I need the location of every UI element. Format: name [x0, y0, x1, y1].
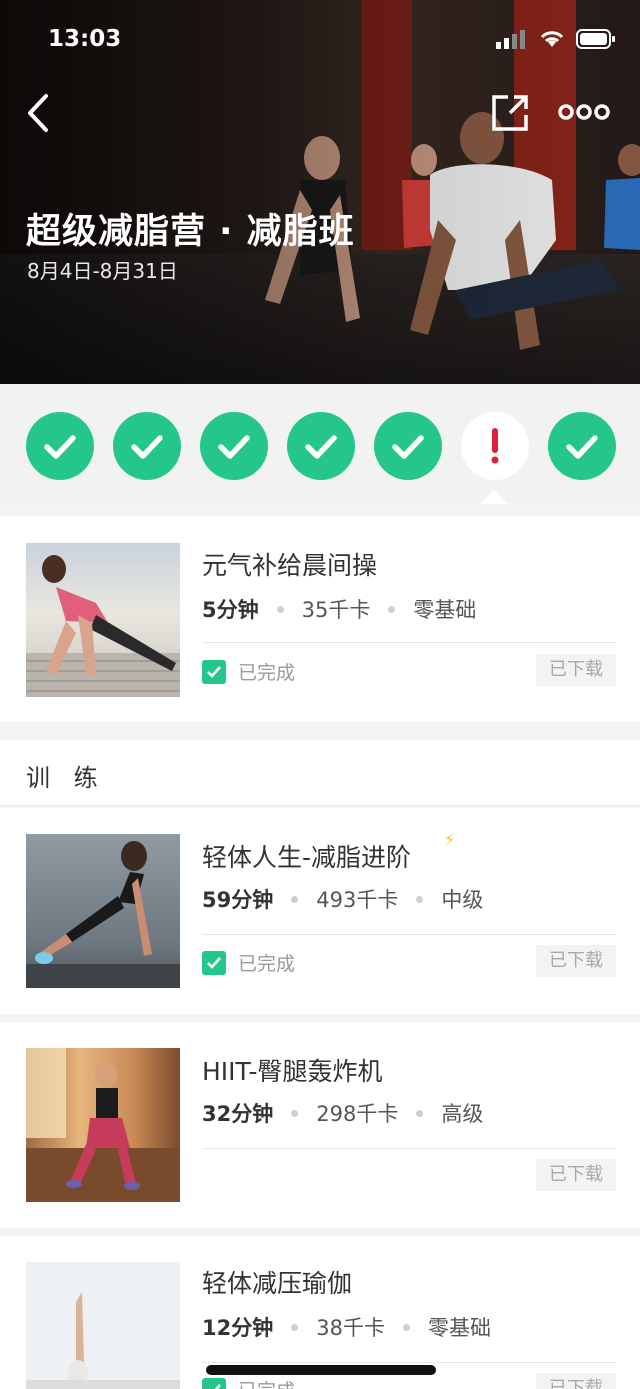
more-icon[interactable]: [558, 100, 610, 124]
checkbox-checked-icon: [202, 950, 226, 975]
separator-dot: [388, 605, 396, 613]
lightning-icon: ⚡: [444, 830, 456, 849]
wifi-icon: [540, 31, 564, 47]
status-icons: [496, 28, 616, 50]
downloaded-badge: 已下载: [536, 1373, 616, 1389]
training-completed: 已完成: [202, 1376, 295, 1389]
date-range: 8月4日-8月31日: [27, 259, 178, 283]
day-missed[interactable]: [461, 412, 529, 480]
downloaded-badge: 已下载: [536, 654, 616, 686]
warmup-card[interactable]: 元气补给晨间操 5分钟 35千卡 零基础 已完成 已下载: [0, 516, 640, 722]
warmup-title: 元气补给晨间操: [202, 551, 378, 580]
share-icon[interactable]: [490, 93, 530, 133]
training-calories: 38千卡: [316, 1316, 385, 1340]
exclamation-icon: [491, 428, 499, 464]
separator-dot: [416, 1109, 424, 1117]
back-icon[interactable]: [24, 92, 54, 134]
checkbox-checked-icon: [202, 659, 226, 684]
downloaded-badge: 已下载: [536, 1159, 616, 1191]
training-duration: 12分钟: [202, 1316, 274, 1340]
warmup-duration: 5分钟: [202, 598, 259, 622]
warmup-level: 零基础: [413, 598, 477, 622]
training-duration: 59分钟: [202, 888, 274, 912]
training-meta: 32分钟 298千卡 高级: [202, 1098, 483, 1128]
divider: [202, 934, 616, 935]
training-duration: 32分钟: [202, 1102, 274, 1126]
training-title: 轻体减压瑜伽: [202, 1269, 353, 1298]
training-thumbnail: [26, 1262, 180, 1389]
training-title: HIIT-臀腿轰炸机: [202, 1057, 383, 1086]
training-section-header: 训 练: [0, 740, 640, 806]
training-level: 高级: [441, 1102, 484, 1126]
training-title: 轻体人生-减脂进阶: [202, 843, 412, 872]
checkbox-checked-icon: [202, 1377, 226, 1389]
separator-dot: [291, 895, 299, 903]
training-status: 已完成: [238, 1376, 295, 1389]
separator-dot: [291, 1109, 299, 1117]
status-bar: 13:03: [0, 22, 640, 58]
checkmark-icon: [131, 435, 163, 459]
battery-icon: [576, 29, 615, 49]
warmup-completed: 已完成: [202, 658, 295, 685]
downloaded-badge: 已下载: [536, 945, 616, 977]
divider: [202, 642, 616, 643]
separator-dot: [416, 895, 424, 903]
status-time: 13:03: [48, 26, 122, 52]
day-completed[interactable]: [374, 412, 442, 480]
day-completed[interactable]: [113, 412, 181, 480]
training-level: 中级: [441, 888, 484, 912]
day-completed[interactable]: [26, 412, 94, 480]
page-title: 超级减脂营 · 减脂班: [26, 212, 355, 252]
warmup-status: 已完成: [238, 662, 296, 684]
training-calories: 298千卡: [316, 1102, 399, 1126]
training-completed: 已完成: [202, 949, 295, 976]
hero-banner: 13:03 超级减脂营 · 减脂班 8月4日-8月31日: [0, 0, 640, 384]
separator-dot: [291, 1323, 299, 1331]
separator-dot: [402, 1323, 410, 1331]
separator-dot: [276, 605, 284, 613]
training-card[interactable]: 轻体人生-减脂进阶 ⚡ 59分钟 493千卡 中级 已完成 已下载: [0, 808, 640, 1014]
checkmark-icon: [566, 435, 598, 459]
training-status: 已完成: [238, 953, 296, 975]
signal-icon: [496, 30, 525, 49]
training-meta: 59分钟 493千卡 中级: [202, 884, 483, 914]
selected-day-pointer: [480, 490, 508, 504]
day-tracker: [0, 384, 640, 502]
divider: [202, 1362, 616, 1363]
checkmark-icon: [392, 435, 424, 459]
training-calories: 493千卡: [316, 888, 399, 912]
training-thumbnail: [26, 1048, 180, 1202]
divider: [202, 1148, 616, 1149]
training-level: 零基础: [427, 1316, 491, 1340]
day-completed[interactable]: [548, 412, 616, 480]
warmup-thumbnail: [26, 543, 180, 697]
checkmark-icon: [305, 435, 337, 459]
training-card[interactable]: HIIT-臀腿轰炸机 32分钟 298千卡 高级 已下载: [0, 1022, 640, 1228]
checkmark-icon: [44, 435, 76, 459]
training-meta: 12分钟 38千卡 零基础: [202, 1312, 491, 1342]
warmup-meta: 5分钟 35千卡 零基础: [202, 594, 476, 624]
day-completed[interactable]: [200, 412, 268, 480]
warmup-calories: 35千卡: [301, 598, 371, 622]
training-thumbnail: [26, 834, 180, 988]
home-indicator[interactable]: [206, 1365, 436, 1375]
day-completed[interactable]: [287, 412, 355, 480]
section-title: 训 练: [26, 764, 106, 792]
checkmark-icon: [218, 435, 250, 459]
